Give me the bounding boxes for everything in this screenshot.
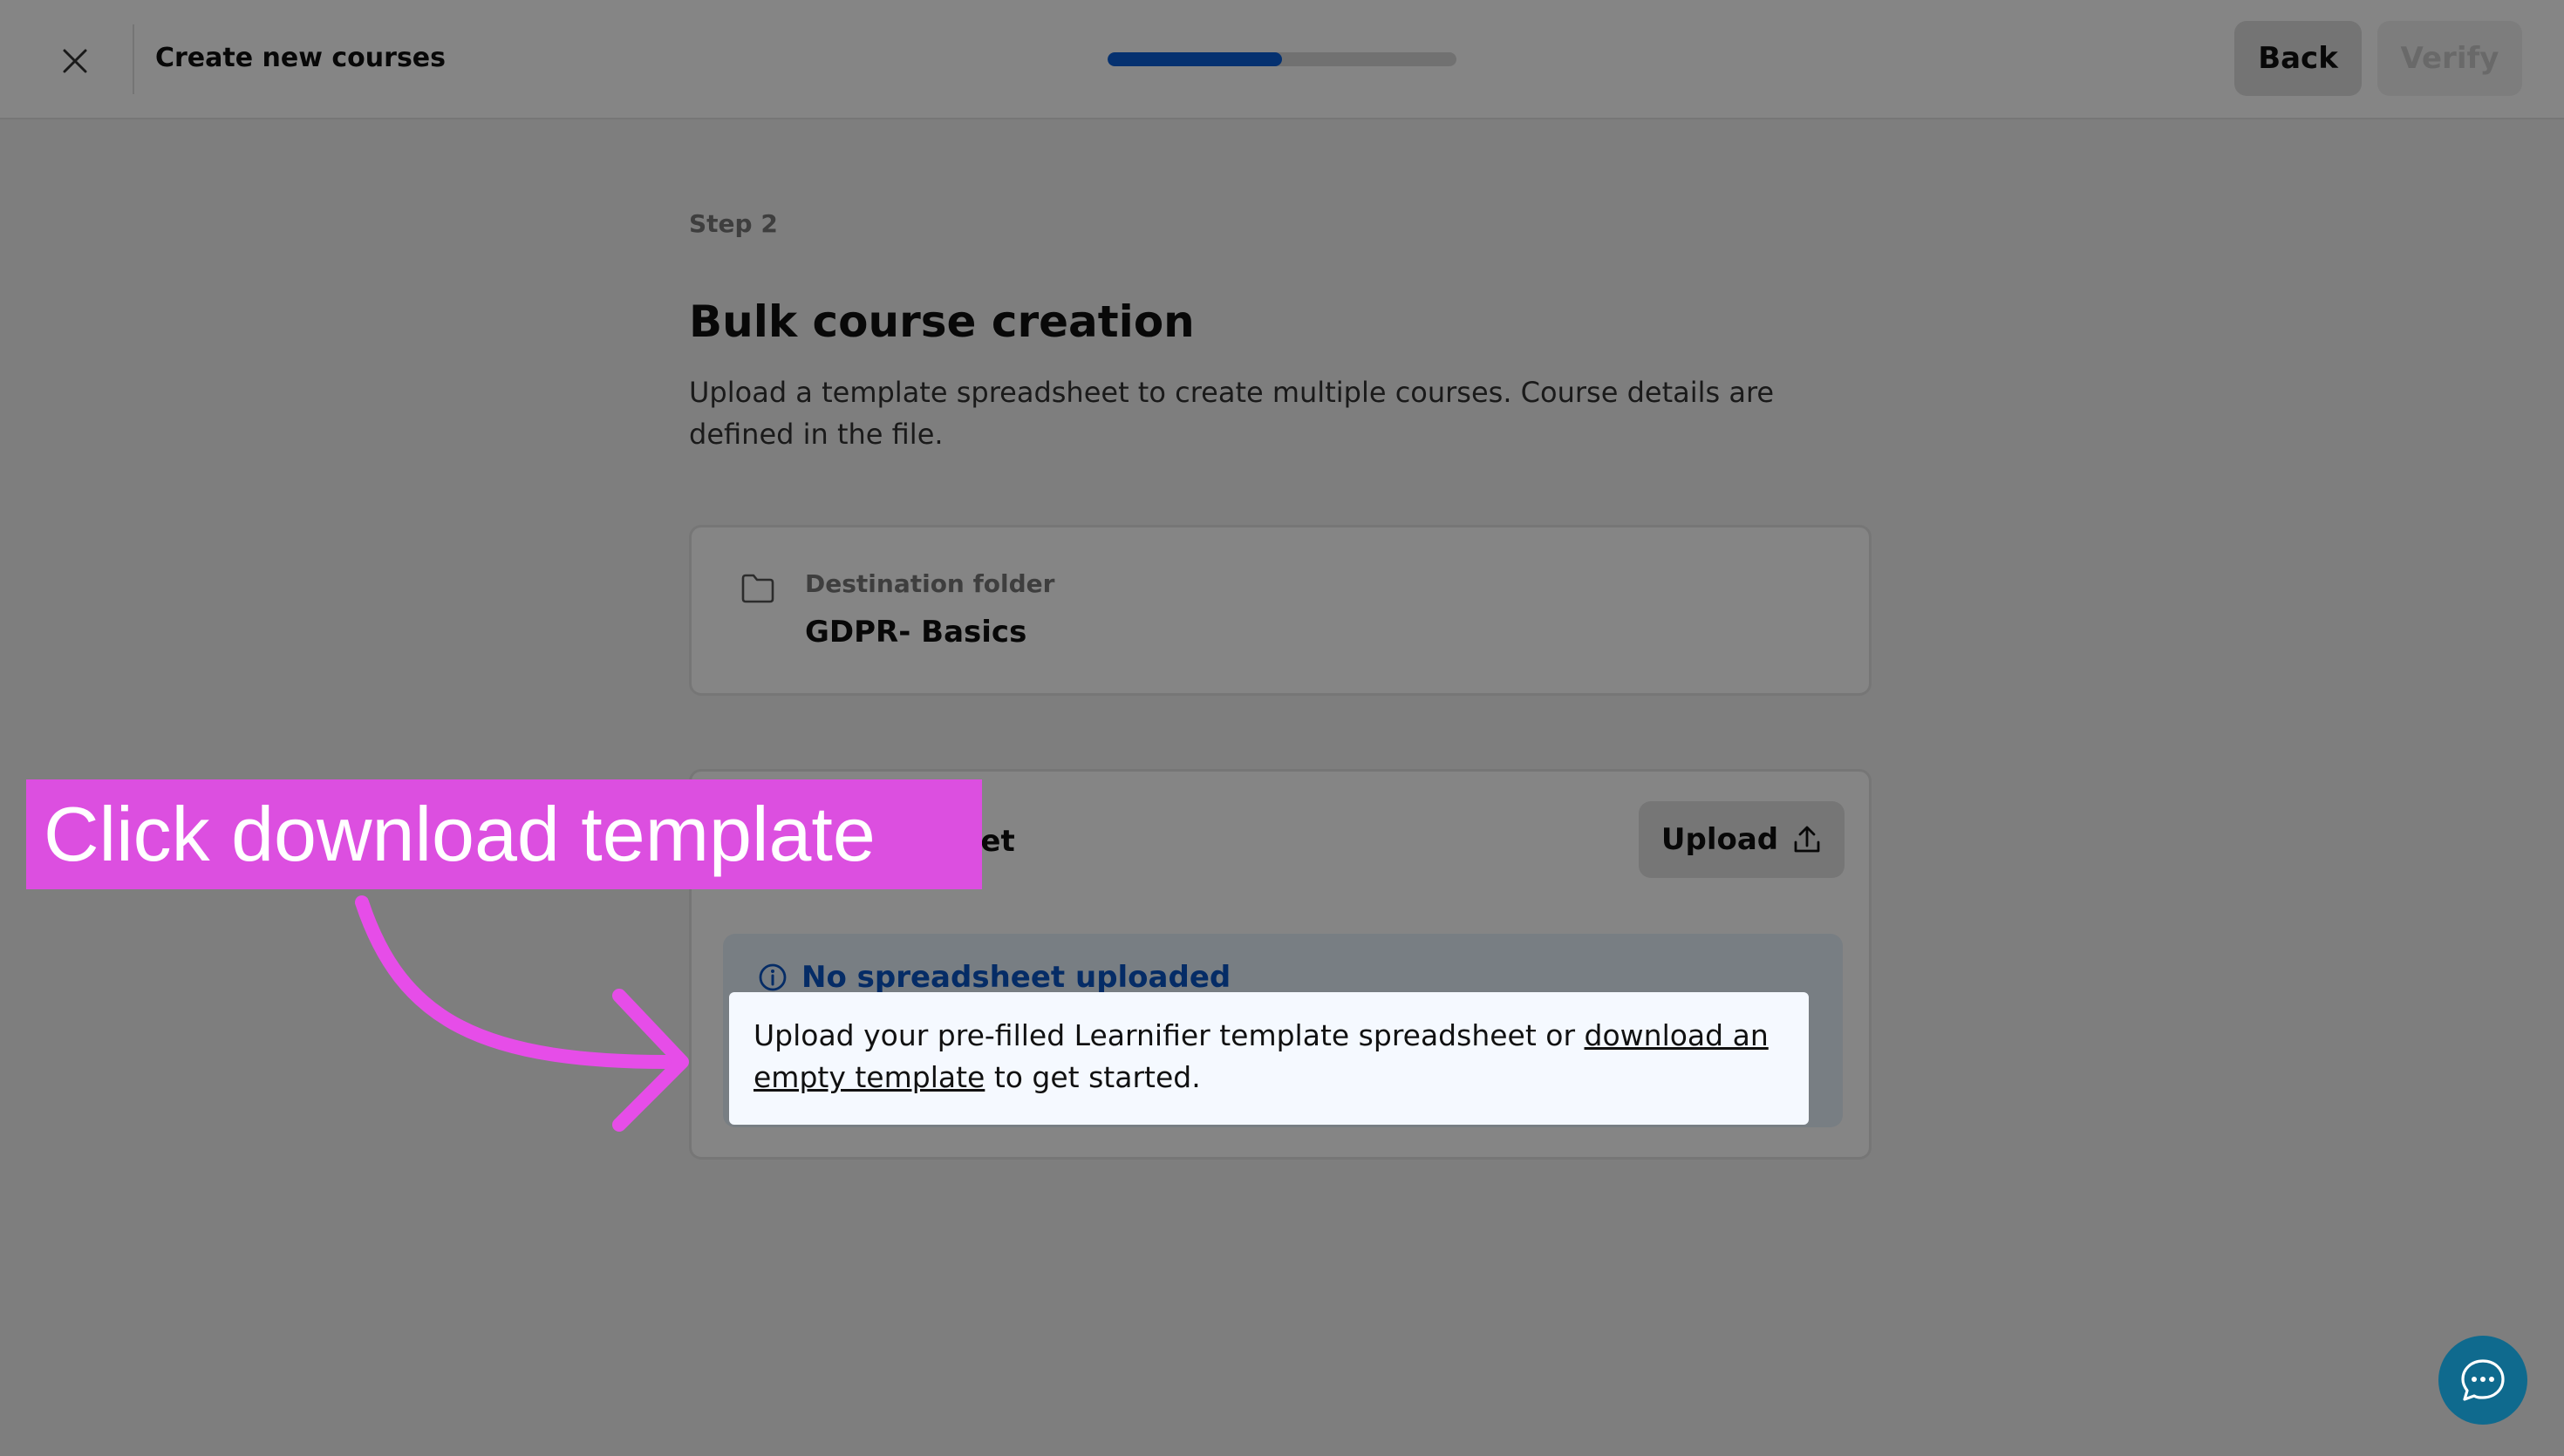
highlighted-info-text: Upload your pre-filled Learnifier templa… <box>729 992 1809 1125</box>
info-text-before: Upload your pre-filled Learnifier templa… <box>754 1018 1585 1052</box>
chat-bubble-icon <box>2461 1359 2505 1401</box>
info-text: Upload your pre-filled Learnifier templa… <box>754 1015 1784 1099</box>
dim-overlay <box>0 0 2564 1456</box>
callout-arrow-icon <box>355 895 689 1132</box>
chat-button[interactable] <box>2438 1336 2527 1425</box>
info-text-after: to get started. <box>985 1060 1201 1094</box>
